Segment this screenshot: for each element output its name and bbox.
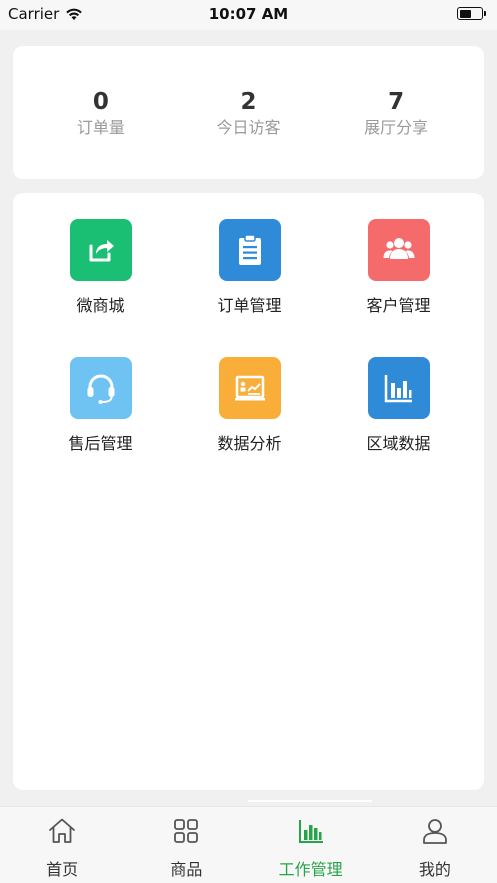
tab-home[interactable]: 首页 [0, 807, 124, 883]
grid-item-customer-management[interactable]: 客户管理 [324, 219, 473, 317]
feature-grid: 微商城 订单管理 客户管理 售后管理 数据分析 区域数据 [26, 219, 473, 455]
tab-work-management[interactable]: 工作管理 [249, 807, 373, 883]
grid-item-label: 微商城 [76, 296, 125, 315]
grid-item-label: 售后管理 [68, 434, 133, 453]
grid-item-micro-mall[interactable]: 微商城 [26, 219, 175, 317]
clipboard-icon [218, 219, 281, 281]
people-icon [367, 219, 430, 281]
screen: Carrier 10:07 AM 0 订单量 2 今日访客 7 展厅分享 微商城… [0, 0, 497, 883]
home-icon [49, 818, 76, 843]
tab-label: 首页 [46, 860, 79, 879]
status-time: 10:07 AM [208, 5, 289, 23]
stat-order-count[interactable]: 0 订单量 [41, 87, 161, 139]
grid-item-order-management[interactable]: 订单管理 [175, 219, 324, 317]
bar-chart-icon [298, 820, 323, 843]
stat-label: 今日访客 [216, 117, 281, 137]
stat-today-visitors[interactable]: 2 今日访客 [188, 87, 308, 139]
user-icon [422, 819, 447, 844]
headset-icon [69, 357, 132, 419]
grid-item-after-sales[interactable]: 售后管理 [26, 357, 175, 455]
tab-label: 我的 [418, 860, 451, 879]
status-bar: Carrier 10:07 AM [0, 0, 497, 30]
share-icon [69, 219, 132, 281]
grid-item-data-analysis[interactable]: 数据分析 [175, 357, 324, 455]
tab-products[interactable]: 商品 [124, 807, 248, 883]
stats-card: 0 订单量 2 今日访客 7 展厅分享 [13, 46, 484, 179]
analysis-icon [218, 357, 281, 419]
stat-value: 0 [92, 88, 109, 115]
tab-active-indicator [248, 800, 372, 802]
bar-chart-icon [367, 357, 430, 419]
grid-item-label: 订单管理 [217, 296, 282, 315]
grid-item-label: 区域数据 [366, 434, 431, 453]
grid-item-label: 数据分析 [217, 434, 282, 453]
battery-icon [457, 7, 486, 20]
stat-label: 订单量 [76, 117, 125, 137]
stat-showroom-shares[interactable]: 7 展厅分享 [336, 87, 456, 139]
tab-label: 工作管理 [278, 860, 343, 879]
grid-item-regional-data[interactable]: 区域数据 [324, 357, 473, 455]
feature-grid-card: 微商城 订单管理 客户管理 售后管理 数据分析 区域数据 [13, 193, 484, 790]
stat-value: 7 [388, 88, 405, 115]
tab-mine[interactable]: 我的 [373, 807, 497, 883]
grid-item-label: 客户管理 [366, 296, 431, 315]
tab-bar: 首页 商品 工作管理 我的 [0, 806, 497, 883]
stat-value: 2 [240, 88, 257, 115]
tab-label: 商品 [170, 860, 203, 879]
grid-icon [174, 819, 199, 843]
stat-label: 展厅分享 [364, 117, 429, 137]
